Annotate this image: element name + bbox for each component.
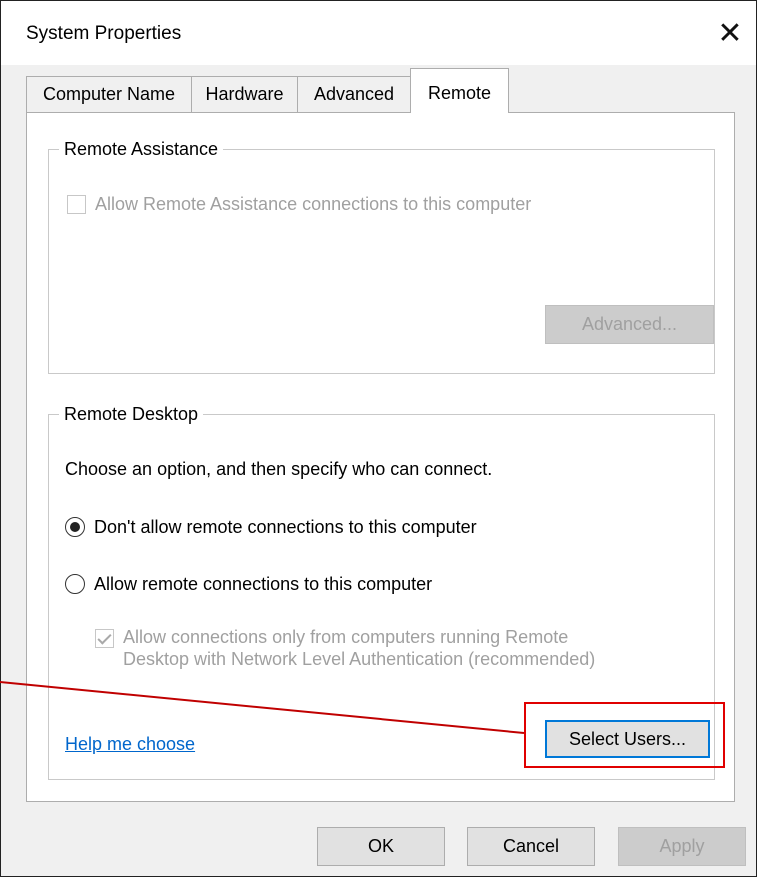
- button-label: OK: [367, 836, 394, 856]
- apply-button[interactable]: Apply: [618, 827, 746, 866]
- title-bar: System Properties ✕: [1, 1, 756, 65]
- remote-assistance-group: Remote Assistance Allow Remote Assistanc…: [48, 138, 715, 374]
- button-label: Cancel: [502, 836, 560, 856]
- remote-assistance-checkbox[interactable]: [67, 195, 86, 214]
- ok-button[interactable]: OK: [317, 827, 445, 866]
- help-me-choose-link[interactable]: Help me choose: [65, 733, 195, 755]
- remote-assistance-advanced-button[interactable]: Advanced...: [545, 305, 714, 344]
- nla-checkbox[interactable]: [95, 629, 114, 648]
- radio-allow[interactable]: [65, 574, 85, 594]
- remote-assistance-heading: Remote Assistance: [59, 138, 224, 160]
- remote-desktop-instruction: Choose an option, and then specify who c…: [65, 459, 493, 479]
- radio-allow-label: Allow remote connections to this compute…: [94, 574, 433, 594]
- tab-label: Hardware: [205, 84, 284, 104]
- tab-advanced[interactable]: Advanced: [297, 76, 411, 112]
- tab-label: Advanced: [313, 84, 395, 104]
- remote-tab-panel: Remote Assistance Allow Remote Assistanc…: [26, 112, 735, 802]
- tab-computer-name[interactable]: Computer Name: [26, 76, 192, 112]
- nla-checkbox-label-line1: Allow connections only from computers ru…: [123, 627, 569, 647]
- tab-label: Remote: [427, 83, 492, 103]
- radio-dont-allow-label: Don't allow remote connections to this c…: [94, 517, 477, 537]
- button-label: Apply: [659, 836, 705, 856]
- button-label: Advanced...: [581, 314, 678, 334]
- select-users-highlight-box: [524, 702, 725, 768]
- tab-remote[interactable]: Remote: [410, 68, 509, 113]
- tab-hardware[interactable]: Hardware: [191, 76, 298, 112]
- radio-dont-allow[interactable]: [65, 517, 85, 537]
- remote-desktop-heading: Remote Desktop: [59, 403, 204, 425]
- close-icon[interactable]: ✕: [704, 1, 756, 65]
- window-title: System Properties: [26, 23, 182, 44]
- remote-assistance-checkbox-label: Allow Remote Assistance connections to t…: [95, 194, 532, 214]
- nla-checkbox-label-line2: Desktop with Network Level Authenticatio…: [123, 649, 596, 669]
- cancel-button[interactable]: Cancel: [467, 827, 595, 866]
- tab-label: Computer Name: [42, 84, 176, 104]
